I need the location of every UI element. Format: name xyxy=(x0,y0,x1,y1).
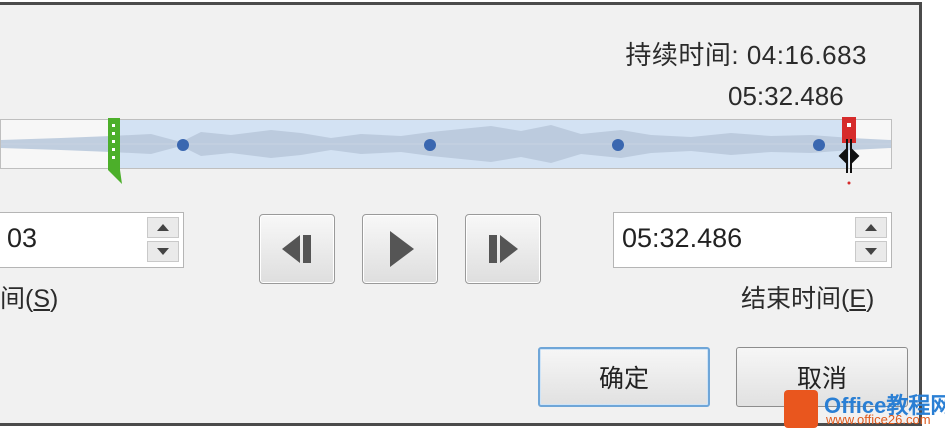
end-time-mnemonic: E xyxy=(849,285,867,313)
end-position-readout: 05:32.486 xyxy=(728,81,844,111)
play-button[interactable] xyxy=(362,214,438,284)
bookmark-marker[interactable] xyxy=(177,139,189,151)
end-time-label: 结束时间(E) xyxy=(741,279,874,315)
trim-audio-dialog: 持续时间: 04:16.683 05:32.486 03 05:32.486 间… xyxy=(0,2,922,426)
start-time-label-suffix: ) xyxy=(50,285,59,313)
bookmark-marker[interactable] xyxy=(813,139,825,151)
next-bookmark-button[interactable] xyxy=(465,214,541,284)
start-time-up-button[interactable] xyxy=(147,217,179,238)
site-watermark: Office教程网 www.office26.com xyxy=(776,386,945,432)
end-time-value[interactable]: 05:32.486 xyxy=(622,223,742,254)
end-time-down-button[interactable] xyxy=(855,241,887,262)
end-time-up-button[interactable] xyxy=(855,217,887,238)
start-time-down-button[interactable] xyxy=(147,241,179,262)
end-trim-handle[interactable] xyxy=(838,117,860,187)
end-time-spinner[interactable] xyxy=(855,217,887,263)
bookmark-marker[interactable] xyxy=(424,139,436,151)
start-time-label-text: 间( xyxy=(0,285,34,313)
audio-waveform xyxy=(1,125,891,163)
waveform-track[interactable] xyxy=(0,119,892,169)
end-time-label-text: 结束时间( xyxy=(741,285,850,313)
previous-bookmark-button[interactable] xyxy=(259,214,335,284)
bookmark-marker[interactable] xyxy=(612,139,624,151)
start-time-mnemonic: S xyxy=(33,285,51,313)
chevron-down-icon xyxy=(157,248,169,255)
start-time-value[interactable]: 03 xyxy=(7,223,37,254)
start-trim-handle[interactable] xyxy=(106,118,122,184)
duration-readout: 持续时间: 04:16.683 xyxy=(625,35,867,72)
start-time-spinner[interactable] xyxy=(147,217,179,263)
start-time-field[interactable]: 03 xyxy=(0,212,184,268)
watermark-url: www.office26.com xyxy=(826,412,931,427)
chevron-up-icon xyxy=(157,224,169,231)
ok-button[interactable]: 确定 xyxy=(538,347,710,407)
chevron-down-icon xyxy=(865,248,877,255)
next-bookmark-icon xyxy=(489,235,518,263)
play-icon xyxy=(390,231,414,267)
previous-bookmark-icon xyxy=(282,235,311,263)
start-time-label: 间(S) xyxy=(0,279,58,315)
end-time-field[interactable]: 05:32.486 xyxy=(613,212,892,268)
duration-value: 04:16.683 xyxy=(746,40,867,70)
end-time-label-suffix: ) xyxy=(866,285,875,313)
office-logo-icon xyxy=(784,390,818,428)
chevron-up-icon xyxy=(865,224,877,231)
duration-label: 持续时间: xyxy=(625,40,740,70)
